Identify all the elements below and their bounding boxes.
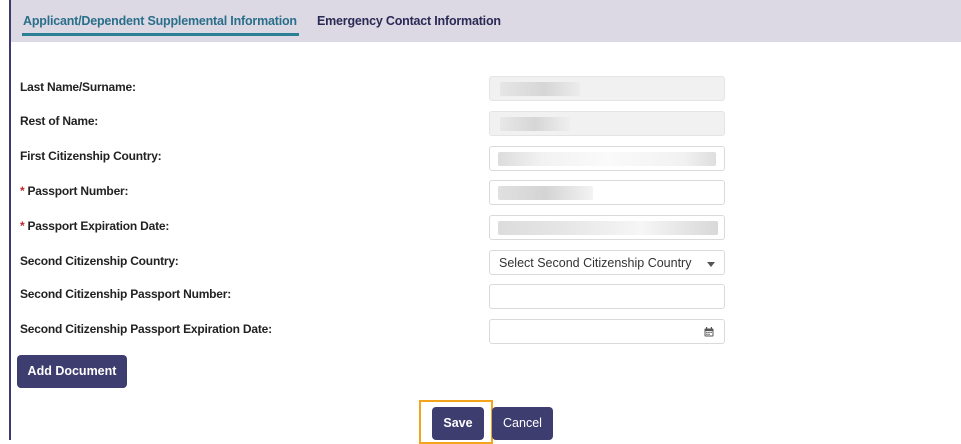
passport-number-label: * Passport Number: bbox=[20, 184, 129, 198]
rest-of-name-label-text: Rest of Name: bbox=[20, 114, 99, 128]
rest-of-name-label: Rest of Name: bbox=[20, 114, 98, 128]
tab-emergency-contact-info[interactable]: Emergency Contact Information bbox=[317, 14, 501, 28]
second-citizenship-label: Second Citizenship Country: bbox=[20, 254, 179, 268]
redacted-value bbox=[498, 186, 593, 200]
required-marker: * bbox=[20, 219, 25, 233]
last-name-label-text: Last Name/Surname: bbox=[20, 80, 136, 94]
second-citizenship-select-value: Select Second Citizenship Country bbox=[499, 256, 692, 270]
passport-expiration-input[interactable] bbox=[489, 215, 725, 240]
passport-number-label-text: Passport Number: bbox=[27, 184, 129, 198]
cancel-button[interactable]: Cancel bbox=[492, 407, 553, 440]
passport-expiration-label-text: Passport Expiration Date: bbox=[27, 219, 170, 233]
last-name-label: Last Name/Surname: bbox=[20, 80, 136, 94]
second-passport-number-label-text: Second Citizenship Passport Number: bbox=[20, 287, 232, 301]
redacted-value bbox=[500, 82, 580, 96]
active-tab-indicator bbox=[22, 33, 299, 36]
second-passport-expiration-label: Second Citizenship Passport Expiration D… bbox=[20, 322, 272, 336]
first-citizenship-label: First Citizenship Country: bbox=[20, 149, 162, 163]
save-button[interactable]: Save bbox=[432, 407, 484, 440]
second-passport-expiration-label-text: Second Citizenship Passport Expiration D… bbox=[20, 322, 272, 336]
second-passport-number-input[interactable] bbox=[489, 284, 725, 309]
redacted-value bbox=[498, 152, 716, 166]
first-citizenship-field[interactable] bbox=[489, 146, 725, 171]
calendar-icon[interactable] bbox=[704, 327, 714, 337]
passport-expiration-label: * Passport Expiration Date: bbox=[20, 219, 169, 233]
rest-of-name-field bbox=[489, 111, 725, 136]
add-document-button[interactable]: Add Document bbox=[17, 355, 127, 388]
second-passport-expiration-input[interactable] bbox=[489, 319, 725, 344]
first-citizenship-label-text: First Citizenship Country: bbox=[20, 149, 162, 163]
form-panel: Applicant/Dependent Supplemental Informa… bbox=[9, 0, 961, 444]
passport-number-input[interactable] bbox=[489, 180, 725, 205]
redacted-value bbox=[498, 221, 718, 235]
tab-bar: Applicant/Dependent Supplemental Informa… bbox=[11, 0, 961, 42]
second-passport-number-label: Second Citizenship Passport Number: bbox=[20, 287, 231, 301]
chevron-down-icon bbox=[707, 262, 715, 267]
second-citizenship-select[interactable]: Select Second Citizenship Country bbox=[489, 250, 725, 275]
tab-applicant-supplemental-info[interactable]: Applicant/Dependent Supplemental Informa… bbox=[23, 14, 297, 28]
second-citizenship-label-text: Second Citizenship Country: bbox=[20, 254, 179, 268]
redacted-value bbox=[500, 117, 570, 131]
last-name-field bbox=[489, 76, 725, 101]
required-marker: * bbox=[20, 184, 25, 198]
